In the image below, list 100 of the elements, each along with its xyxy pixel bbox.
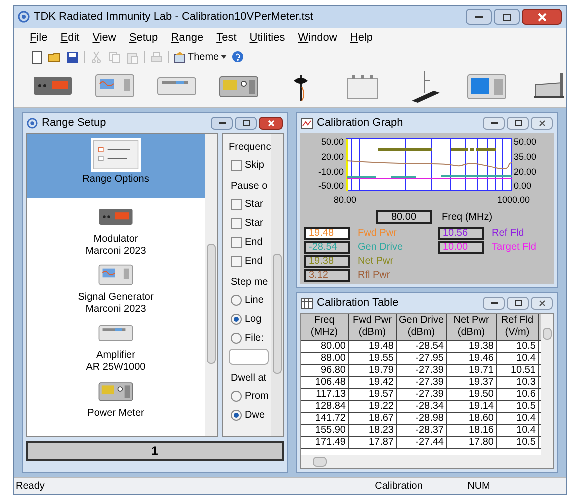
axis-tick-label: 35.00 <box>514 150 538 164</box>
save-icon[interactable] <box>66 50 79 64</box>
column-header[interactable]: Gen Drive (dBm) <box>397 314 447 340</box>
minimize-button[interactable] <box>466 9 492 25</box>
minimize-button[interactable] <box>483 296 505 310</box>
scrollbar[interactable] <box>541 314 553 455</box>
table-cell: 17.87 <box>349 437 397 448</box>
window-title: Calibration Table <box>317 296 399 311</box>
table-cell: 19.22 <box>349 401 397 412</box>
group-label: Pause o <box>230 180 269 193</box>
restore-button[interactable] <box>507 296 529 310</box>
close-button[interactable] <box>259 116 283 130</box>
axis-tick-label: -10.00 <box>318 166 344 179</box>
table-cell: 19.57 <box>349 389 397 400</box>
checkbox[interactable]: Star <box>229 215 271 231</box>
column-header[interactable]: Fwd Pwr (dBm) <box>349 314 397 340</box>
axis-tick-label: 20.00 <box>514 166 538 179</box>
chart-icon <box>301 118 313 128</box>
maximize-button[interactable] <box>494 9 520 25</box>
radio-button[interactable]: Dwe <box>229 407 271 423</box>
close-button[interactable] <box>522 9 562 25</box>
table-cell: 10.4 <box>497 353 539 364</box>
table-cell: 171.49 <box>301 437 349 448</box>
frequency-field[interactable]: 80.00 <box>376 210 432 224</box>
table-cell: 10.4 <box>497 425 539 436</box>
menu-item[interactable]: Test <box>216 30 237 46</box>
table-cell: 18.67 <box>349 413 397 424</box>
table-cell: 19.55 <box>349 353 397 364</box>
column-header[interactable]: Freq (MHz) <box>301 314 349 340</box>
menu-item[interactable]: Help <box>350 30 374 46</box>
menu-item[interactable]: Edit <box>60 30 80 46</box>
menu-item[interactable]: Range <box>171 30 204 46</box>
close-icon <box>538 12 546 22</box>
table-cell: 19.46 <box>447 353 497 364</box>
minimize-button[interactable] <box>211 116 233 130</box>
table-cell: -28.54 <box>397 341 447 352</box>
radio-button[interactable]: Prom <box>229 388 271 404</box>
axis-tick-label: 1000.00 <box>497 194 530 207</box>
table-cell: 10.6 <box>497 389 539 400</box>
app-logo-icon <box>18 11 30 23</box>
status-text: Calibration <box>374 480 424 494</box>
checkbox[interactable]: Skip <box>229 157 271 173</box>
window-title: Calibration Graph <box>317 116 404 131</box>
caret-icon <box>221 55 228 59</box>
readout-label: Rfl Pwr <box>358 268 390 282</box>
table-cell: 80.00 <box>301 341 349 352</box>
axis-tick-label: 80.00 <box>334 194 357 207</box>
readout-label: Gen Drive <box>358 240 404 254</box>
help-icon[interactable] <box>232 51 244 63</box>
close-button[interactable] <box>531 116 553 130</box>
restore-icon <box>242 120 250 126</box>
page-number: 1 <box>152 443 158 460</box>
menu-item[interactable]: File <box>30 30 48 46</box>
table-cell: -27.95 <box>397 353 447 364</box>
table-cell: 155.90 <box>301 425 349 436</box>
table-cell: 19.79 <box>349 365 397 376</box>
theme-dropdown[interactable]: Theme <box>174 50 228 64</box>
minimize-icon <box>490 122 498 124</box>
table-cell: 10.5 <box>497 341 539 352</box>
checkbox[interactable]: End <box>229 234 271 250</box>
group-label: Dwell at <box>230 372 268 385</box>
readout-field[interactable]: 10.56 <box>438 226 484 240</box>
menu-item[interactable]: Utilities <box>250 30 286 46</box>
table-cell: -28.98 <box>397 413 447 424</box>
options-icon <box>91 138 141 172</box>
table-cell: 10.3 <box>497 377 539 388</box>
radio-button[interactable]: Log <box>229 311 271 327</box>
section-label: Frequenc <box>229 141 271 154</box>
maximize-icon <box>503 14 511 20</box>
table-cell: 19.37 <box>447 377 497 388</box>
table-icon <box>301 298 313 308</box>
checkbox[interactable]: Star <box>229 196 271 212</box>
table-cell: 18.23 <box>349 425 397 436</box>
table-cell: 19.42 <box>349 377 397 388</box>
scrollbar[interactable] <box>271 134 283 436</box>
menu-item[interactable]: View <box>92 30 116 46</box>
restore-button[interactable] <box>235 116 257 130</box>
axis-tick-label: 50.00 <box>321 136 344 149</box>
status-text: NUM <box>466 480 492 494</box>
readout-label: Fwd Pwr <box>358 226 397 240</box>
radio-button[interactable]: File: <box>229 330 271 346</box>
input-field[interactable] <box>229 349 269 365</box>
restore-button[interactable] <box>507 116 529 130</box>
readout-label: Ref Fld <box>492 226 524 240</box>
radio-button[interactable]: Line <box>229 292 271 308</box>
new-file-icon[interactable] <box>30 50 43 64</box>
menu-item[interactable]: Window <box>298 30 338 46</box>
restore-icon <box>514 300 522 306</box>
menu-item[interactable]: Setup <box>129 30 158 46</box>
column-header[interactable]: Net Pwr (dBm) <box>447 314 497 340</box>
minimize-button[interactable] <box>483 116 505 130</box>
close-button[interactable] <box>531 296 553 310</box>
readout-label: Target Fld <box>492 240 536 254</box>
scrollbar[interactable] <box>205 134 217 436</box>
range-options-item[interactable]: Range Options <box>27 134 205 198</box>
checkbox[interactable]: End <box>229 253 271 269</box>
scrollbar[interactable] <box>301 455 553 468</box>
table-cell: 128.84 <box>301 401 349 412</box>
folder-icon[interactable] <box>48 50 61 64</box>
column-header[interactable]: Ref Fld (V/m) <box>497 314 539 340</box>
